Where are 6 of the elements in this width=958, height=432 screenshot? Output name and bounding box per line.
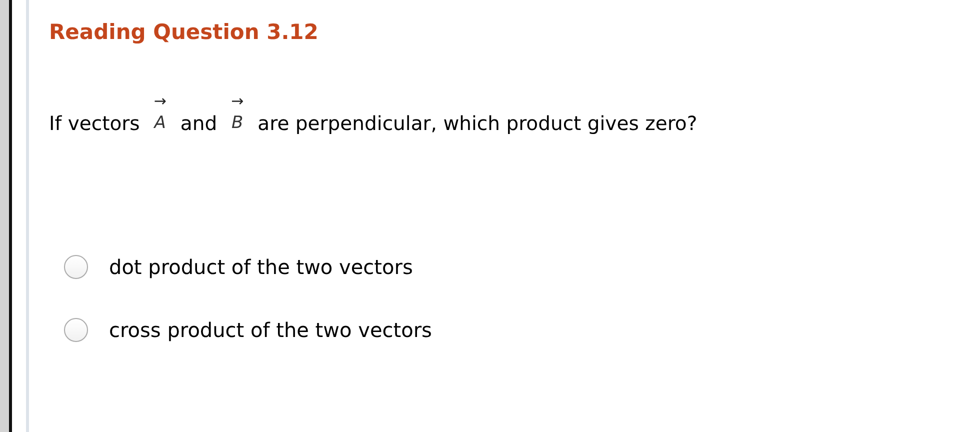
option-label[interactable]: cross product of the two vectors [109, 318, 432, 342]
question-title: Reading Question 3.12 [49, 20, 320, 44]
option-label[interactable]: dot product of the two vectors [109, 255, 413, 279]
radio-button[interactable] [64, 255, 88, 279]
question-text: If vectors → A and → B are perpendicular, which product gives zero? [49, 94, 698, 135]
radio-button[interactable] [64, 318, 88, 342]
